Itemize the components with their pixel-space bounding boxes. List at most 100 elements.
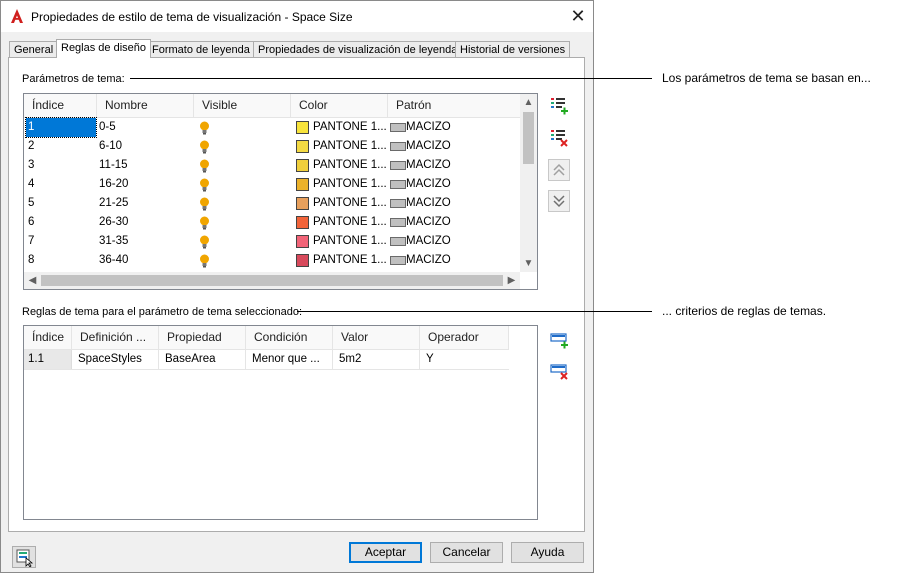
add-rule-button[interactable] — [548, 328, 570, 350]
param-color[interactable]: PANTONE 1... — [313, 175, 387, 194]
theme-param-row[interactable]: 2 6-10 PANTONE 1... MACIZO — [24, 137, 520, 156]
col-pattern[interactable]: Patrón — [388, 94, 521, 117]
col-name[interactable]: Nombre — [97, 94, 194, 117]
param-index[interactable]: 4 — [26, 175, 96, 194]
param-pattern[interactable]: MACIZO — [406, 156, 496, 175]
color-swatch[interactable] — [296, 197, 309, 210]
color-swatch[interactable] — [296, 140, 309, 153]
tab-design-rules[interactable]: Reglas de diseño — [56, 39, 152, 58]
param-index[interactable]: 1 — [25, 117, 97, 138]
lightbulb-icon[interactable] — [199, 235, 210, 249]
param-color[interactable]: PANTONE 1... — [313, 232, 387, 251]
lightbulb-icon[interactable] — [199, 121, 210, 135]
remove-rule-button[interactable] — [548, 359, 570, 381]
lightbulb-icon[interactable] — [199, 178, 210, 192]
param-name[interactable]: 26-30 — [99, 213, 194, 232]
rules-col-value[interactable]: Valor — [333, 326, 420, 349]
rule-index[interactable]: 1.1 — [24, 350, 72, 369]
param-pattern[interactable]: MACIZO — [406, 232, 496, 251]
add-theme-param-button[interactable] — [548, 94, 570, 116]
tab-general[interactable]: General — [9, 41, 59, 57]
param-name[interactable]: 36-40 — [99, 251, 194, 270]
param-pattern[interactable]: MACIZO — [406, 118, 496, 137]
param-name[interactable]: 31-35 — [99, 232, 194, 251]
col-visible[interactable]: Visible — [194, 94, 291, 117]
param-color[interactable]: PANTONE 1... — [313, 194, 387, 213]
pattern-swatch[interactable] — [390, 199, 406, 208]
move-up-button[interactable] — [548, 159, 570, 181]
color-swatch[interactable] — [296, 235, 309, 248]
param-index[interactable]: 3 — [26, 156, 96, 175]
hscroll-thumb[interactable] — [41, 275, 503, 286]
color-swatch[interactable] — [296, 254, 309, 267]
remove-theme-param-button[interactable] — [548, 126, 570, 148]
tab-legend-display-properties[interactable]: Propiedades de visualización de leyenda — [253, 41, 463, 57]
theme-param-row[interactable]: 7 31-35 PANTONE 1... MACIZO — [24, 232, 520, 251]
pattern-swatch[interactable] — [390, 180, 406, 189]
scroll-up-icon[interactable]: ▲ — [520, 94, 537, 111]
theme-param-row[interactable]: 4 16-20 PANTONE 1... MACIZO — [24, 175, 520, 194]
pattern-swatch[interactable] — [390, 142, 406, 151]
scroll-left-icon[interactable]: ◀ — [24, 272, 41, 289]
param-name[interactable]: 11-15 — [99, 156, 194, 175]
param-name[interactable]: 16-20 — [99, 175, 194, 194]
param-index[interactable]: 6 — [26, 213, 96, 232]
tab-legend-format[interactable]: Formato de leyenda — [147, 41, 255, 57]
param-color[interactable]: PANTONE 1... — [313, 156, 387, 175]
col-color[interactable]: Color — [291, 94, 388, 117]
lightbulb-icon[interactable] — [199, 216, 210, 230]
col-index[interactable]: Índice — [24, 94, 97, 117]
lightbulb-icon[interactable] — [199, 254, 210, 268]
param-color[interactable]: PANTONE 1... — [313, 251, 387, 270]
param-index[interactable]: 8 — [26, 251, 96, 270]
theme-params-hscrollbar[interactable]: ◀ ▶ — [24, 272, 520, 289]
ok-button[interactable]: Aceptar — [349, 542, 422, 563]
close-button[interactable]: ✕ — [566, 6, 590, 26]
pattern-swatch[interactable] — [390, 237, 406, 246]
param-index[interactable]: 5 — [26, 194, 96, 213]
lightbulb-icon[interactable] — [199, 140, 210, 154]
move-down-button[interactable] — [548, 190, 570, 212]
rules-col-property[interactable]: Propiedad — [159, 326, 246, 349]
theme-params-vscrollbar[interactable]: ▲ ▼ — [520, 94, 537, 272]
param-name[interactable]: 21-25 — [99, 194, 194, 213]
theme-param-row[interactable]: 6 26-30 PANTONE 1... MACIZO — [24, 213, 520, 232]
rule-definition[interactable]: SpaceStyles — [72, 350, 159, 369]
theme-param-row[interactable]: 5 21-25 PANTONE 1... MACIZO — [24, 194, 520, 213]
param-pattern[interactable]: MACIZO — [406, 251, 496, 270]
color-swatch[interactable] — [296, 121, 309, 134]
scroll-down-icon[interactable]: ▼ — [520, 255, 537, 272]
param-pattern[interactable]: MACIZO — [406, 194, 496, 213]
scroll-right-icon[interactable]: ▶ — [503, 272, 520, 289]
style-manager-button[interactable] — [12, 546, 36, 568]
pattern-swatch[interactable] — [390, 161, 406, 170]
rule-operator[interactable]: Y — [420, 350, 509, 369]
param-color[interactable]: PANTONE 1... — [313, 137, 387, 156]
scroll-thumb[interactable] — [523, 112, 534, 164]
rules-col-definition[interactable]: Definición ... — [72, 326, 159, 349]
rule-property[interactable]: BaseArea — [159, 350, 246, 369]
rule-value[interactable]: 5m2 — [333, 350, 420, 369]
rules-col-index[interactable]: Índice — [24, 326, 72, 349]
param-index[interactable]: 7 — [26, 232, 96, 251]
rules-col-operator[interactable]: Operador — [420, 326, 509, 349]
theme-params-grid[interactable]: Índice Nombre Visible Color Patrón 1 0-5 P… — [23, 93, 538, 290]
rule-condition[interactable]: Menor que ... — [246, 350, 333, 369]
theme-param-row[interactable]: 8 36-40 PANTONE 1... MACIZO — [24, 251, 520, 270]
param-pattern[interactable]: MACIZO — [406, 137, 496, 156]
param-color[interactable]: PANTONE 1... — [313, 213, 387, 232]
color-swatch[interactable] — [296, 159, 309, 172]
theme-param-row[interactable]: 3 11-15 PANTONE 1... MACIZO — [24, 156, 520, 175]
help-button[interactable]: Ayuda — [511, 542, 584, 563]
param-index[interactable]: 2 — [26, 137, 96, 156]
param-pattern[interactable]: MACIZO — [406, 213, 496, 232]
param-name[interactable]: 0-5 — [99, 118, 194, 137]
param-name[interactable]: 6-10 — [99, 137, 194, 156]
rules-grid[interactable]: Índice Definición ... Propiedad Condició… — [23, 325, 538, 520]
rules-col-condition[interactable]: Condición — [246, 326, 333, 349]
color-swatch[interactable] — [296, 178, 309, 191]
param-pattern[interactable]: MACIZO — [406, 175, 496, 194]
theme-param-row[interactable]: 1 0-5 PANTONE 1... MACIZO — [24, 117, 520, 138]
pattern-swatch[interactable] — [390, 123, 406, 132]
pattern-swatch[interactable] — [390, 218, 406, 227]
